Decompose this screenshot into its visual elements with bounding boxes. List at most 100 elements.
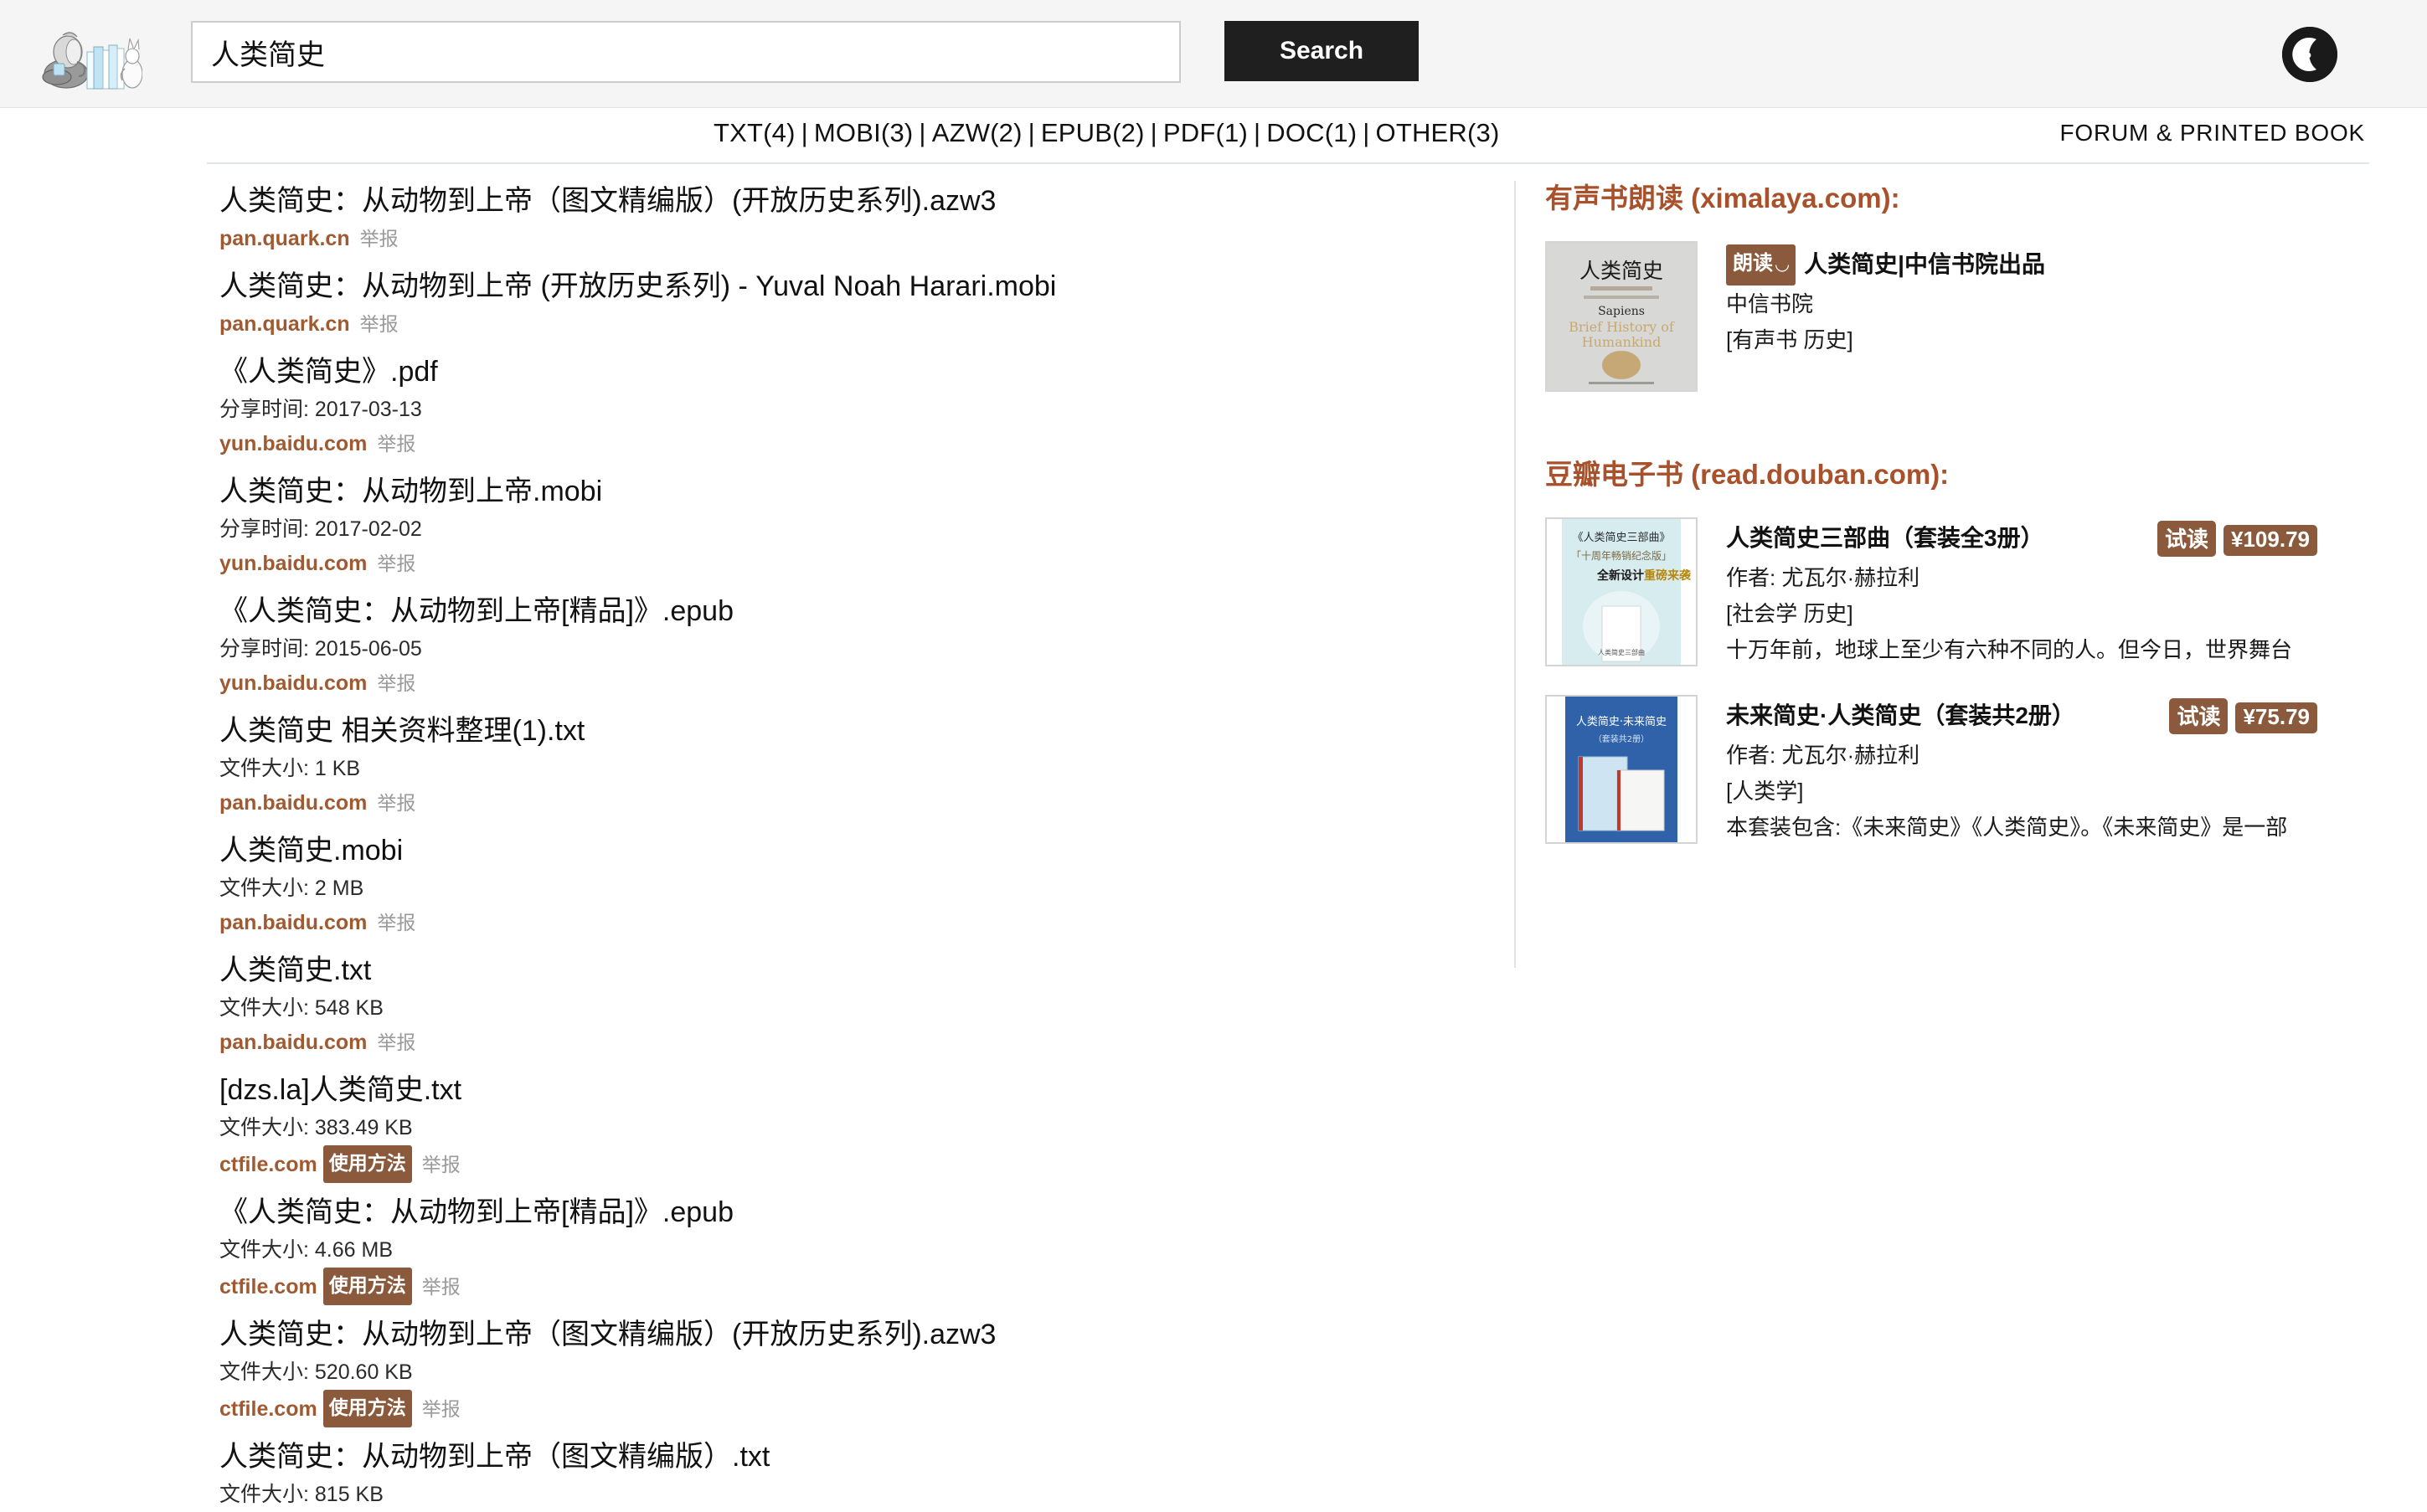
result-source-row: yun.baidu.com 举报	[219, 427, 1492, 466]
ebook-title-link[interactable]: 人类简史三部曲（套装全3册）	[1726, 525, 2044, 551]
price-badge[interactable]: ¥109.79	[2223, 525, 2317, 556]
result-source-link[interactable]: pan.quark.cn	[219, 227, 350, 250]
result-meta: 文件大小: 4.66 MB	[219, 1238, 393, 1262]
report-link[interactable]: 举报	[377, 433, 415, 455]
ebook-cover[interactable]: 《人类简史三部曲》 「十周年畅销纪念版」 全新设计 重磅来袭 人类简史三部曲	[1545, 517, 1698, 666]
result-title-link[interactable]: 人类简史.txt	[219, 945, 1492, 991]
book-cover-image: 人类简史·未来简史 （套装共2册）	[1547, 697, 1696, 842]
result-title-link[interactable]: 人类简史：从动物到上帝（图文精编版）(开放历史系列).azw3	[219, 1309, 1492, 1355]
ebook-cover[interactable]: 人类简史·未来简史 （套装共2册）	[1545, 695, 1698, 844]
result-title-link[interactable]: 人类简史：从动物到上帝 (开放历史系列) - Yuval Noah Harari…	[219, 261, 1492, 307]
search-button[interactable]: Search	[1224, 21, 1419, 81]
report-link[interactable]: 举报	[377, 912, 415, 933]
column-divider	[1514, 181, 1516, 968]
result-item: 人类简史.txt 文件大小: 548 KB pan.baidu.com 举报	[219, 945, 1492, 1065]
result-source-link[interactable]: yun.baidu.com	[219, 432, 367, 455]
result-item: 人类简史：从动物到上帝（图文精编版）(开放历史系列).azw3 文件大小: 520…	[219, 1309, 1492, 1432]
result-item: 《人类简史：从动物到上帝[精品]》.epub 分享时间: 2015-06-05 yu…	[219, 586, 1492, 706]
result-source-row: pan.baidu.com 举报	[219, 906, 1492, 945]
result-title-link[interactable]: 《人类简史：从动物到上帝[精品]》.epub	[219, 586, 1492, 632]
report-link[interactable]: 举报	[422, 1276, 461, 1298]
result-source-row: pan.quark.cn 举报	[219, 307, 1492, 347]
result-title-link[interactable]: 《人类简史》.pdf	[219, 347, 1492, 393]
result-item: 《人类简史》.pdf 分享时间: 2017-03-13 yun.baidu.com 举…	[219, 347, 1492, 466]
result-item: 人类简史：从动物到上帝.mobi 分享时间: 2017-02-02 yun.baid…	[219, 466, 1492, 586]
result-title-link[interactable]: 人类简史.mobi	[219, 825, 1492, 872]
dark-mode-toggle[interactable]	[2282, 27, 2337, 82]
report-link[interactable]: 举报	[360, 228, 399, 249]
site-logo[interactable]	[40, 22, 143, 90]
result-item: [dzs.la]人类简史.txt 文件大小: 383.49 KB ctfile.co…	[219, 1065, 1492, 1187]
app-header: Search	[0, 0, 2427, 108]
filter-separator: |	[1254, 118, 1261, 147]
ebook-description: 本套装包含:《未来简史》《人类简史》。《未来简史》是一部	[1726, 815, 2288, 840]
result-source-link[interactable]: ctfile.com	[219, 1153, 317, 1176]
audiobook-cover[interactable]: 人类简史 Sapiens Brief History of Humankind	[1545, 241, 1698, 392]
audiobook-title-row: 朗读 ◡ 人类简史|中信书院出品	[1726, 244, 2383, 286]
headphone-icon: ◡	[1775, 255, 1790, 274]
result-source-link[interactable]: pan.baidu.com	[219, 911, 367, 934]
howto-badge[interactable]: 使用方法	[322, 1390, 412, 1427]
result-item: 人类简史.mobi 文件大小: 2 MB pan.baidu.com 举报	[219, 825, 1492, 945]
filter-tab-mobi[interactable]: MOBI(3)	[814, 118, 914, 147]
filter-tab-other[interactable]: OTHER(3)	[1376, 118, 1500, 147]
ebook-author: 作者: 尤瓦尔·赫拉利	[1726, 743, 1920, 768]
result-source-link[interactable]: pan.baidu.com	[219, 791, 367, 815]
filter-tab-epub[interactable]: EPUB(2)	[1041, 118, 1145, 147]
search-input[interactable]	[191, 21, 1181, 83]
audiobook-title-link[interactable]: 人类简史|中信书院出品	[1804, 251, 2045, 277]
trial-read-badge[interactable]: 试读	[2169, 698, 2229, 734]
result-source-link[interactable]: pan.baidu.com	[219, 1031, 367, 1054]
result-meta: 分享时间: 2017-02-02	[219, 517, 422, 541]
ebook-section-title: 豆瓣电子书 (read.douban.com):	[1545, 459, 1950, 490]
result-title-link[interactable]: 人类简史：从动物到上帝（图文精编版）.txt	[219, 1432, 1492, 1478]
result-title-link[interactable]: [dzs.la]人类简史.txt	[219, 1065, 1492, 1111]
filter-separator: |	[1363, 118, 1370, 147]
filter-tab-txt[interactable]: TXT(4)	[714, 118, 796, 147]
ebook-description: 十万年前，地球上至少有六种不同的人。但今日，世界舞台	[1726, 637, 2293, 662]
result-meta: 文件大小: 383.49 KB	[219, 1116, 413, 1139]
filter-separator: |	[1150, 118, 1157, 147]
ebook-card[interactable]: 《人类简史三部曲》 「十周年畅销纪念版」 全新设计 重磅来袭 人类简史三部曲 人…	[1545, 517, 2383, 668]
result-meta: 文件大小: 520.60 KB	[219, 1360, 413, 1384]
audiobook-info: 朗读 ◡ 人类简史|中信书院出品 中信书院 [有声书 历史]	[1726, 241, 2383, 392]
report-link[interactable]: 举报	[377, 1031, 415, 1053]
ebook-card[interactable]: 人类简史·未来简史 （套装共2册） 未来简史·人类简史（套装共2册） 作者: 尤…	[1545, 695, 2383, 846]
result-item: 人类简史 相关资料整理(1).txt 文件大小: 1 KB pan.baidu.co…	[219, 706, 1492, 825]
result-meta: 分享时间: 2017-03-13	[219, 398, 422, 421]
report-link[interactable]: 举报	[377, 792, 415, 814]
howto-badge[interactable]: 使用方法	[322, 1145, 412, 1183]
report-link[interactable]: 举报	[422, 1398, 461, 1420]
filter-tab-doc[interactable]: DOC(1)	[1266, 118, 1357, 147]
trial-read-badge[interactable]: 试读	[2157, 521, 2217, 557]
report-link[interactable]: 举报	[377, 672, 415, 694]
filter-tab-pdf[interactable]: PDF(1)	[1163, 118, 1248, 147]
howto-badge[interactable]: 使用方法	[322, 1268, 412, 1305]
audiobook-card[interactable]: 人类简史 Sapiens Brief History of Humankind …	[1545, 241, 2383, 392]
listen-badge[interactable]: 朗读 ◡	[1726, 244, 1796, 285]
result-title-link[interactable]: 人类简史：从动物到上帝.mobi	[219, 466, 1492, 512]
result-source-link[interactable]: ctfile.com	[219, 1275, 317, 1299]
result-source-link[interactable]: pan.quark.cn	[219, 312, 350, 336]
result-title-link[interactable]: 《人类简史：从动物到上帝[精品]》.epub	[219, 1187, 1492, 1233]
result-title-link[interactable]: 人类简史：从动物到上帝（图文精编版）(开放历史系列).azw3	[219, 176, 1492, 222]
svg-text:Brief History of: Brief History of	[1569, 319, 1675, 335]
result-meta: 文件大小: 2 MB	[219, 877, 364, 900]
result-source-link[interactable]: yun.baidu.com	[219, 552, 367, 575]
price-badge[interactable]: ¥75.79	[2235, 702, 2317, 733]
moon-icon	[2282, 27, 2337, 82]
result-source-link[interactable]: yun.baidu.com	[219, 671, 367, 695]
report-link[interactable]: 举报	[360, 313, 399, 335]
result-title-link[interactable]: 人类简史 相关资料整理(1).txt	[219, 706, 1492, 752]
result-meta: 分享时间: 2015-06-05	[219, 637, 422, 661]
filter-separator: |	[1028, 118, 1035, 147]
forum-printed-book-link[interactable]: FORUM & PRINTED BOOK	[2060, 120, 2365, 147]
result-source-link[interactable]: ctfile.com	[219, 1397, 317, 1421]
svg-text:Sapiens: Sapiens	[1598, 305, 1645, 318]
search-results-list: 人类简史：从动物到上帝（图文精编版）(开放历史系列).azw3 pan.quark…	[219, 176, 1492, 1512]
result-item: 人类简史：从动物到上帝（图文精编版）.txt 文件大小: 815 KB	[219, 1432, 1492, 1512]
filter-tab-azw[interactable]: AZW(2)	[932, 118, 1023, 147]
report-link[interactable]: 举报	[377, 553, 415, 574]
ebook-title-link[interactable]: 未来简史·人类简史（套装共2册）	[1726, 702, 2075, 728]
report-link[interactable]: 举报	[422, 1154, 461, 1175]
